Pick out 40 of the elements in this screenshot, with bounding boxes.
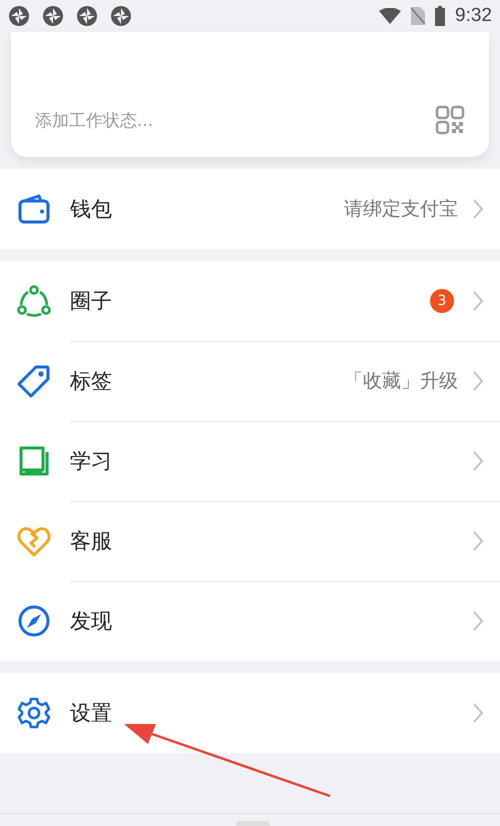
- chevron-icon: [472, 370, 484, 392]
- count-badge: 3: [430, 288, 454, 312]
- chevron-icon: [472, 610, 484, 632]
- item-detail: 请绑定支付宝: [344, 197, 458, 222]
- chevron-icon: [472, 290, 484, 312]
- chevron-icon: [472, 530, 484, 552]
- item-detail: 「收藏」升级: [344, 368, 458, 394]
- people-circle-icon: [17, 284, 51, 318]
- menu-item[interactable]: 设置: [0, 673, 500, 753]
- compass-icon: [17, 604, 51, 638]
- chevron-icon: [472, 198, 484, 220]
- item-label: 学习: [70, 448, 113, 474]
- settings-icon: [17, 696, 51, 730]
- menu-item[interactable]: 圈子 3: [0, 261, 500, 341]
- status-time: 9:32: [455, 5, 492, 27]
- item-label: 钱包: [70, 196, 113, 223]
- item-label: 设置: [70, 700, 113, 727]
- qr-code-icon[interactable]: [435, 105, 465, 135]
- battery-icon: [435, 6, 446, 26]
- chevron-icon: [472, 702, 484, 724]
- item-label: 客服: [70, 528, 113, 554]
- app-notification-icon: [76, 5, 98, 27]
- menu-item[interactable]: 学习: [0, 421, 500, 501]
- menu-item[interactable]: 钱包 请绑定支付宝: [0, 169, 500, 249]
- menu-item[interactable]: 标签 「收藏」升级: [0, 341, 500, 421]
- tag-icon: [17, 364, 51, 398]
- app-notification-icon: [42, 5, 64, 27]
- heart-icon: [17, 524, 51, 558]
- item-label: 发现: [70, 608, 113, 635]
- menu-item[interactable]: 发现: [0, 581, 500, 661]
- app-notification-icon: [110, 5, 132, 27]
- no-sim-icon: [411, 7, 426, 25]
- wallet-icon: [17, 192, 51, 226]
- item-label: 标签: [70, 368, 113, 394]
- wifi-icon: [379, 8, 402, 24]
- item-label: 圈子: [70, 288, 113, 314]
- book-icon: [17, 444, 51, 478]
- app-notification-icon: [8, 5, 30, 27]
- chevron-icon: [472, 450, 484, 472]
- menu-item[interactable]: 客服: [0, 501, 500, 581]
